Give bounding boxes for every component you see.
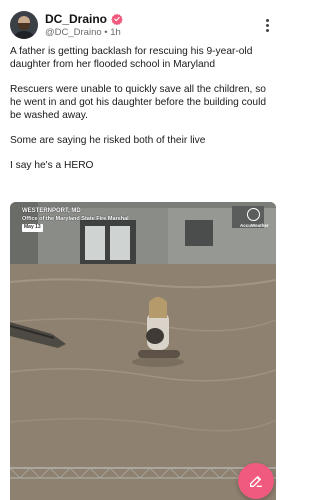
author-name-row: DC_Draino [45,12,123,26]
menu-dot [265,18,269,22]
image-brand-watermark: AccuWeather [240,208,269,228]
more-vertical-icon[interactable] [260,15,274,35]
image-credit: Office of the Maryland State Fire Marsha… [22,215,129,222]
compose-button[interactable] [238,463,274,499]
brand-name: AccuWeather [240,223,269,228]
avatar[interactable] [10,11,38,39]
menu-dot [265,28,269,32]
compose-icon [250,476,262,487]
avatar-body-shape [13,31,35,39]
image-caption-overlay: WESTERNPORT, MD Office of the Maryland S… [22,208,129,232]
author-meta: @DC_Draino • 1h [45,27,123,38]
author-handle[interactable]: @DC_Draino [45,27,102,38]
brand-logo-icon [246,208,260,221]
flood-scene-illustration [10,202,276,500]
post-body: A father is getting backlash for rescuin… [10,45,278,184]
post-paragraph: Some are saying he risked both of their … [10,135,206,146]
meta-separator: • [104,27,108,38]
image-date: May 13 [22,224,43,232]
post-time: 1h [110,27,121,38]
author-block: DC_Draino @DC_Draino • 1h [45,12,123,38]
image-location: WESTERNPORT, MD [22,208,81,214]
post-header: DC_Draino @DC_Draino • 1h [10,9,276,41]
post-image[interactable]: WESTERNPORT, MD Office of the Maryland S… [10,202,276,500]
verified-badge-icon [111,13,123,25]
post-paragraph: Rescuers were unable to quickly save all… [10,84,267,121]
menu-dot [265,23,269,27]
avatar-beard-shape [18,23,30,30]
post-paragraph: I say he's a HERO [10,160,94,171]
post-paragraph: A father is getting backlash for rescuin… [10,46,253,70]
author-display-name[interactable]: DC_Draino [45,12,107,26]
